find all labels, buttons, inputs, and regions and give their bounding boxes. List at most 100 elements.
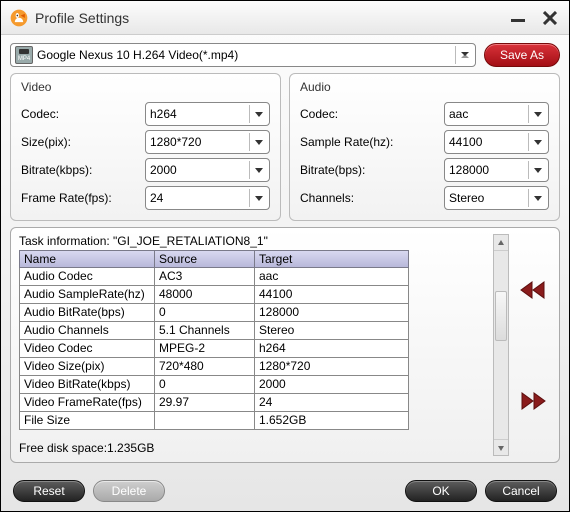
- chevron-down-icon: [528, 133, 546, 151]
- col-source[interactable]: Source: [154, 250, 254, 268]
- video-section-title: Video: [21, 80, 270, 94]
- cell-source: 720*480: [154, 358, 254, 376]
- table-row[interactable]: Video BitRate(kbps)02000: [19, 376, 487, 394]
- chevron-down-icon: [249, 161, 267, 179]
- cell-source: [154, 412, 254, 430]
- cell-name: Video BitRate(kbps): [19, 376, 154, 394]
- video-codec-dropdown[interactable]: h264: [145, 102, 270, 126]
- audio-bitrate-dropdown[interactable]: 128000: [444, 158, 549, 182]
- reset-label: Reset: [33, 484, 64, 498]
- cell-source: 5.1 Channels: [154, 322, 254, 340]
- profile-dropdown[interactable]: MP4 Google Nexus 10 H.264 Video(*.mp4): [10, 43, 476, 67]
- cell-source: 29.97: [154, 394, 254, 412]
- vertical-scrollbar[interactable]: [493, 234, 509, 456]
- cell-name: Audio Codec: [19, 268, 154, 286]
- minimize-button[interactable]: [509, 9, 527, 27]
- save-as-button[interactable]: Save As: [484, 43, 560, 67]
- video-size-dropdown[interactable]: 1280*720: [145, 130, 270, 154]
- cell-target: 44100: [254, 286, 409, 304]
- audio-bitrate-value: 128000: [449, 163, 524, 177]
- audio-channels-value: Stereo: [449, 191, 524, 205]
- chevron-down-icon: [455, 46, 473, 64]
- chevron-down-icon: [528, 105, 546, 123]
- cell-name: File Size: [19, 412, 154, 430]
- table-row[interactable]: File Size1.652GB: [19, 412, 487, 430]
- app-icon: [9, 8, 29, 28]
- video-framerate-value: 24: [150, 191, 245, 205]
- cell-target: 1280*720: [254, 358, 409, 376]
- cell-source: 0: [154, 304, 254, 322]
- chevron-down-icon: [249, 133, 267, 151]
- cell-target: Stereo: [254, 322, 409, 340]
- cancel-button[interactable]: Cancel: [485, 480, 557, 502]
- close-button[interactable]: [541, 9, 559, 27]
- scroll-down-icon[interactable]: [494, 439, 508, 455]
- audio-samplerate-dropdown[interactable]: 44100: [444, 130, 549, 154]
- cell-name: Audio BitRate(bps): [19, 304, 154, 322]
- mp4-icon: MP4: [15, 46, 33, 64]
- cancel-label: Cancel: [502, 484, 539, 498]
- next-task-button[interactable]: [517, 388, 549, 414]
- window-title: Profile Settings: [35, 10, 509, 26]
- prev-task-button[interactable]: [517, 277, 549, 303]
- cell-name: Video Size(pix): [19, 358, 154, 376]
- cell-source: MPEG-2: [154, 340, 254, 358]
- audio-codec-value: aac: [449, 107, 524, 121]
- reset-button[interactable]: Reset: [13, 480, 85, 502]
- titlebar: Profile Settings: [1, 1, 569, 35]
- table-row[interactable]: Video FrameRate(fps)29.9724: [19, 394, 487, 412]
- video-bitrate-label: Bitrate(kbps):: [21, 163, 141, 177]
- task-info-title: Task information: "GI_JOE_RETALIATION8_1…: [19, 234, 487, 248]
- chevron-down-icon: [249, 105, 267, 123]
- task-grid-header: Name Source Target: [19, 250, 487, 268]
- table-row[interactable]: Video Size(pix)720*4801280*720: [19, 358, 487, 376]
- video-size-value: 1280*720: [150, 135, 245, 149]
- audio-codec-dropdown[interactable]: aac: [444, 102, 549, 126]
- cell-target: 128000: [254, 304, 409, 322]
- audio-section: Audio Codec: aac Sample Rate(hz): 44100: [289, 73, 560, 221]
- footer: Reset Delete OK Cancel: [1, 471, 569, 511]
- cell-target: 24: [254, 394, 409, 412]
- cell-source: 0: [154, 376, 254, 394]
- cell-name: Video Codec: [19, 340, 154, 358]
- ok-button[interactable]: OK: [405, 480, 477, 502]
- audio-channels-dropdown[interactable]: Stereo: [444, 186, 549, 210]
- scroll-up-icon[interactable]: [494, 235, 508, 251]
- video-framerate-label: Frame Rate(fps):: [21, 191, 141, 205]
- audio-section-title: Audio: [300, 80, 549, 94]
- scroll-track[interactable]: [494, 251, 508, 439]
- audio-bitrate-label: Bitrate(bps):: [300, 163, 440, 177]
- video-bitrate-dropdown[interactable]: 2000: [145, 158, 270, 182]
- table-row[interactable]: Video CodecMPEG-2h264: [19, 340, 487, 358]
- table-row[interactable]: Audio Channels5.1 ChannelsStereo: [19, 322, 487, 340]
- audio-samplerate-label: Sample Rate(hz):: [300, 135, 440, 149]
- table-row[interactable]: Audio CodecAC3aac: [19, 268, 487, 286]
- video-codec-label: Codec:: [21, 107, 141, 121]
- chevron-down-icon: [528, 161, 546, 179]
- profile-selected: Google Nexus 10 H.264 Video(*.mp4): [37, 48, 451, 62]
- window-controls: [509, 9, 561, 27]
- video-codec-value: h264: [150, 107, 245, 121]
- cell-source: AC3: [154, 268, 254, 286]
- delete-button[interactable]: Delete: [93, 480, 165, 502]
- audio-codec-label: Codec:: [300, 107, 440, 121]
- col-name[interactable]: Name: [19, 250, 154, 268]
- save-as-label: Save As: [500, 48, 544, 62]
- video-framerate-dropdown[interactable]: 24: [145, 186, 270, 210]
- cell-name: Video FrameRate(fps): [19, 394, 154, 412]
- video-bitrate-value: 2000: [150, 163, 245, 177]
- chevron-down-icon: [528, 189, 546, 207]
- cell-target: 2000: [254, 376, 409, 394]
- delete-label: Delete: [112, 484, 147, 498]
- scroll-thumb[interactable]: [495, 291, 507, 341]
- table-row[interactable]: Audio BitRate(bps)0128000: [19, 304, 487, 322]
- col-target[interactable]: Target: [254, 250, 409, 268]
- audio-channels-label: Channels:: [300, 191, 440, 205]
- cell-target: aac: [254, 268, 409, 286]
- profile-settings-window: Profile Settings MP4 Google Nexus 10 H.2…: [0, 0, 570, 512]
- video-section: Video Codec: h264 Size(pix): 1280*720: [10, 73, 281, 221]
- cell-name: Audio Channels: [19, 322, 154, 340]
- table-row[interactable]: Audio SampleRate(hz)4800044100: [19, 286, 487, 304]
- cell-target: h264: [254, 340, 409, 358]
- cell-name: Audio SampleRate(hz): [19, 286, 154, 304]
